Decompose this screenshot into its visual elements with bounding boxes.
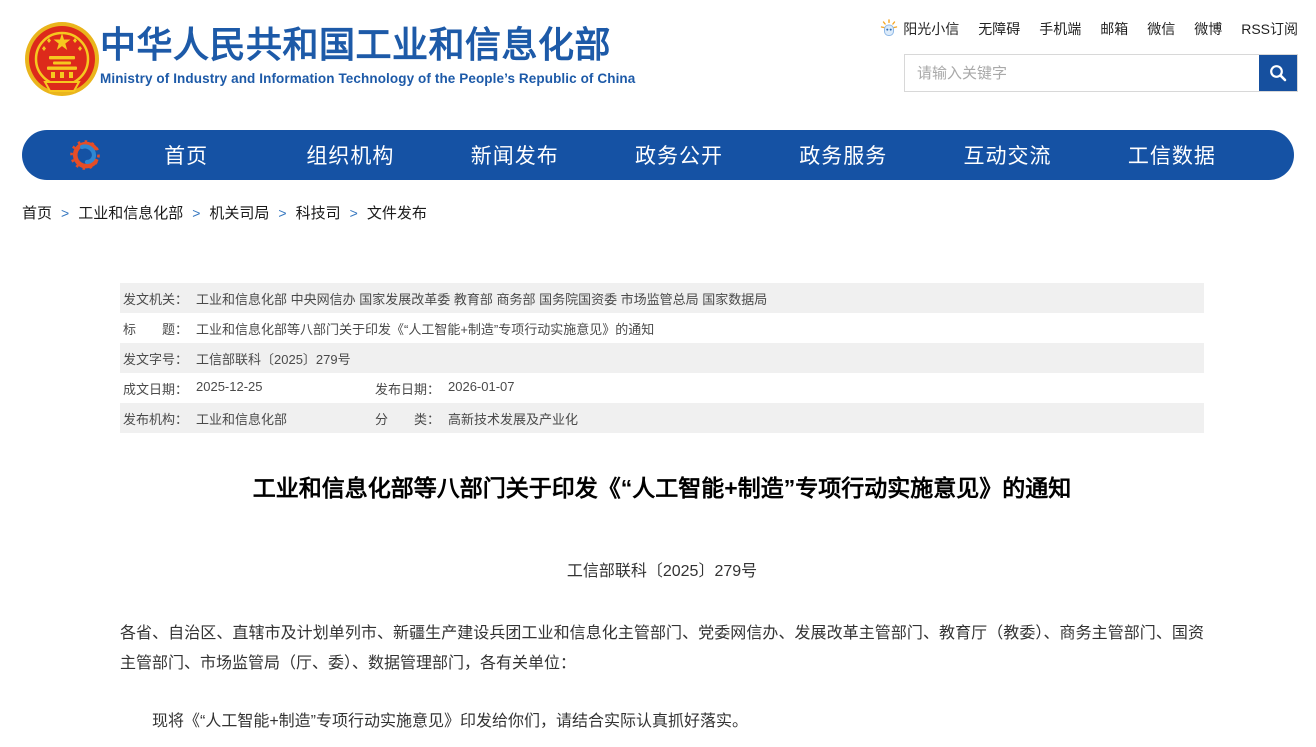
meta-label: 发布日期：	[375, 379, 440, 398]
main-navigation: 首页 组织机构 新闻发布 政务公开 政务服务 互动交流 工信数据	[22, 130, 1294, 180]
meta-value: 2026-01-07	[448, 379, 515, 398]
link-weibo[interactable]: 微博	[1194, 19, 1222, 39]
search-icon	[1268, 63, 1288, 83]
search-button[interactable]	[1259, 55, 1297, 91]
meta-label: 成文日期：	[123, 379, 188, 398]
article-paragraph: 现将《“人工智能+制造”专项行动实施意见》印发给你们，请结合实际认真抓好落实。	[120, 707, 1204, 737]
breadcrumb-home[interactable]: 首页	[22, 202, 52, 223]
breadcrumb-separator: >	[350, 205, 358, 221]
nav-item-news[interactable]: 新闻发布	[433, 140, 597, 170]
sunshine-mascot-icon	[879, 19, 899, 39]
nav-item-organization[interactable]: 组织机构	[268, 140, 432, 170]
link-label: 微博	[1194, 19, 1222, 39]
link-label: 阳光小信	[903, 19, 959, 39]
document-meta-table: 发文机关： 工业和信息化部 中央网信办 国家发展改革委 教育部 商务部 国务院国…	[120, 283, 1204, 433]
meta-value: 工业和信息化部等八部门关于印发《“人工智能+制造”专项行动实施意见》的通知	[196, 319, 654, 338]
link-label: 邮箱	[1100, 19, 1128, 39]
breadcrumb-document-release[interactable]: 文件发布	[367, 202, 427, 223]
nav-item-interaction[interactable]: 互动交流	[925, 140, 1089, 170]
meta-row-title: 标 题： 工业和信息化部等八部门关于印发《“人工智能+制造”专项行动实施意见》的…	[120, 313, 1204, 343]
meta-row-publisher-category: 发布机构： 工业和信息化部 分 类： 高新技术发展及产业化	[120, 403, 1204, 433]
article-title: 工业和信息化部等八部门关于印发《“人工智能+制造”专项行动实施意见》的通知	[120, 469, 1204, 503]
search-input[interactable]	[905, 55, 1259, 91]
link-rss[interactable]: RSS订阅	[1241, 19, 1298, 39]
meta-row-doc-number: 发文字号： 工信部联科〔2025〕279号	[120, 343, 1204, 373]
nav-item-gov-services[interactable]: 政务服务	[761, 140, 925, 170]
breadcrumb-miit[interactable]: 工业和信息化部	[78, 202, 183, 223]
breadcrumb: 首页 > 工业和信息化部 > 机关司局 > 科技司 > 文件发布	[22, 180, 1316, 223]
site-search	[904, 54, 1298, 92]
link-mail[interactable]: 邮箱	[1100, 19, 1128, 39]
meta-value: 工信部联科〔2025〕279号	[196, 349, 351, 368]
meta-row-issuing-agency: 发文机关： 工业和信息化部 中央网信办 国家发展改革委 教育部 商务部 国务院国…	[120, 283, 1204, 313]
breadcrumb-separator: >	[278, 205, 286, 221]
miit-gear-logo-icon	[68, 137, 104, 173]
breadcrumb-separator: >	[192, 205, 200, 221]
site-header: 中华人民共和国工业和信息化部 Ministry of Industry and …	[0, 0, 1316, 130]
meta-value: 高新技术发展及产业化	[448, 409, 578, 428]
link-wechat[interactable]: 微信	[1147, 19, 1175, 39]
link-label: 微信	[1147, 19, 1175, 39]
nav-items: 首页 组织机构 新闻发布 政务公开 政务服务 互动交流 工信数据	[104, 140, 1254, 170]
link-sunshine-xiaoxin[interactable]: 阳光小信	[879, 19, 959, 39]
breadcrumb-science-tech-dept[interactable]: 科技司	[296, 202, 341, 223]
site-title-block: 中华人民共和国工业和信息化部 Ministry of Industry and …	[100, 24, 635, 86]
nav-item-miit-data[interactable]: 工信数据	[1090, 140, 1254, 170]
nav-item-gov-disclosure[interactable]: 政务公开	[597, 140, 761, 170]
breadcrumb-departments[interactable]: 机关司局	[209, 202, 269, 223]
meta-label: 发布机构：	[123, 409, 188, 428]
meta-label: 发文机关：	[123, 289, 188, 308]
link-accessibility[interactable]: 无障碍	[978, 19, 1020, 39]
meta-label: 标 题：	[123, 319, 188, 338]
site-title: 中华人民共和国工业和信息化部	[100, 24, 635, 65]
link-mobile[interactable]: 手机端	[1039, 19, 1081, 39]
article-paragraph: 各省、自治区、直辖市及计划单列市、新疆生产建设兵团工业和信息化主管部门、党委网信…	[120, 619, 1204, 679]
link-label: 无障碍	[978, 19, 1020, 39]
article-doc-number: 工信部联科〔2025〕279号	[120, 557, 1204, 581]
meta-label: 发文字号：	[123, 349, 188, 368]
site-title-english: Ministry of Industry and Information Tec…	[100, 71, 635, 86]
meta-row-dates: 成文日期： 2025-12-25 发布日期： 2026-01-07	[120, 373, 1204, 403]
china-national-emblem-icon	[22, 20, 102, 100]
top-utility-links: 阳光小信 无障碍 手机端 邮箱 微信 微博 RSS订阅	[879, 19, 1298, 39]
meta-value: 工业和信息化部	[196, 409, 287, 428]
nav-item-home[interactable]: 首页	[104, 140, 268, 170]
document-content: 发文机关： 工业和信息化部 中央网信办 国家发展改革委 教育部 商务部 国务院国…	[120, 283, 1204, 737]
link-label: RSS订阅	[1241, 19, 1298, 39]
breadcrumb-separator: >	[61, 205, 69, 221]
link-label: 手机端	[1039, 19, 1081, 39]
meta-value: 2025-12-25	[196, 379, 263, 398]
meta-label: 分 类：	[375, 409, 440, 428]
meta-value: 工业和信息化部 中央网信办 国家发展改革委 教育部 商务部 国务院国资委 市场监…	[196, 289, 767, 308]
